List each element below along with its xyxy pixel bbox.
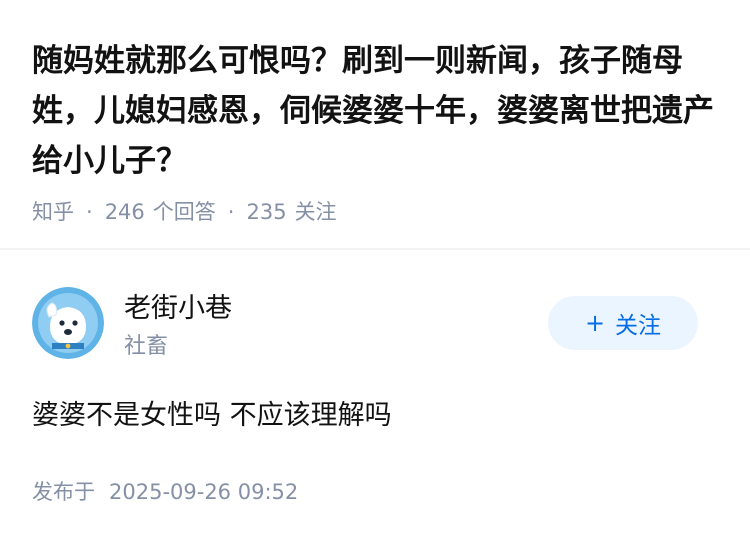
answer-count-label: 个回答 bbox=[152, 200, 216, 224]
plus-icon: + bbox=[584, 309, 606, 337]
answer-author-bar: 老街小巷 社畜 + 关注 bbox=[32, 282, 718, 362]
answer-content[interactable]: 婆婆不是女性吗 不应该理解吗 bbox=[32, 393, 392, 432]
published-time: 2025-09-26 09:52 bbox=[109, 480, 299, 504]
question-header: 随妈姓就那么可恨吗？刷到一则新闻，孩子随母姓，儿媳妇感恩，伺候婆婆十年，婆婆离世… bbox=[0, 0, 750, 250]
separator-dot: · bbox=[227, 200, 235, 224]
question-meta: 知乎 · 246 个回答 · 235 关注 bbox=[32, 196, 337, 226]
separator-dot: · bbox=[86, 200, 93, 224]
avatar[interactable] bbox=[32, 287, 104, 359]
follow-button-label: 关注 bbox=[615, 313, 662, 339]
follow-button[interactable]: + 关注 bbox=[548, 296, 698, 350]
answer-count: 246 bbox=[104, 200, 145, 224]
follower-count-label: 关注 bbox=[294, 200, 337, 224]
follower-count: 235 bbox=[246, 200, 287, 224]
dog-avatar-icon bbox=[32, 287, 104, 359]
question-title[interactable]: 随妈姓就那么可恨吗？刷到一则新闻，孩子随母姓，儿媳妇感恩，伺候婆婆十年，婆婆离世… bbox=[32, 36, 724, 186]
author-badge: 社畜 bbox=[124, 334, 169, 359]
answer-timestamp: 发布于 2025-09-26 09:52 bbox=[32, 476, 298, 506]
source-label[interactable]: 知乎 bbox=[32, 200, 74, 224]
published-label: 发布于 bbox=[32, 480, 95, 504]
author-name[interactable]: 老街小巷 bbox=[124, 286, 232, 325]
